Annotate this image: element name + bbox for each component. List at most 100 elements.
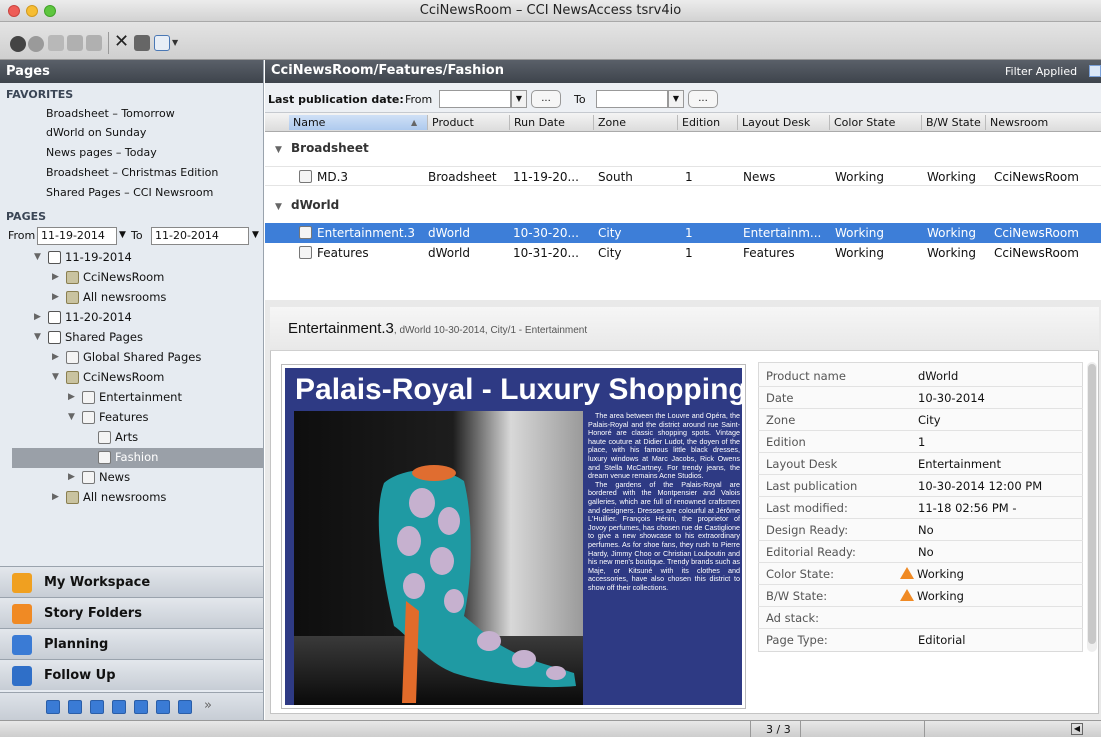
disclosure-down-icon[interactable]: ▼ xyxy=(34,332,44,342)
tree-item-entertainment[interactable]: ▶ Entertainment xyxy=(68,390,182,404)
section-icon xyxy=(98,450,111,464)
favorite-item[interactable]: Broadsheet – Christmas Edition xyxy=(46,166,218,179)
filter-from-label: From xyxy=(405,93,433,106)
chevron-down-icon[interactable]: ▼ xyxy=(119,230,126,240)
toolbar: ✕ ▼ xyxy=(0,22,1101,60)
column-newsroom[interactable]: Newsroom xyxy=(985,115,1101,130)
back-icon[interactable] xyxy=(10,36,26,52)
column-color-state[interactable]: Color State xyxy=(829,115,921,130)
group-header[interactable]: ▼ Broadsheet xyxy=(265,136,1101,161)
to-date-picker-button[interactable]: ... xyxy=(688,90,718,108)
from-date-input[interactable]: 11-19-2014 xyxy=(37,227,117,245)
filter-bar: Last publication date: From ▼ ... To ▼ .… xyxy=(265,83,1101,113)
more-chevron-icon[interactable]: » xyxy=(204,698,212,713)
clipboard-icon[interactable] xyxy=(46,700,60,714)
column-edition[interactable]: Edition xyxy=(677,115,737,130)
disclosure-right-icon[interactable]: ▶ xyxy=(68,472,78,482)
tree-item-fashion[interactable]: Fashion xyxy=(98,450,158,464)
export-icon[interactable] xyxy=(67,35,83,51)
tree-item-all-newsrooms[interactable]: ▶ All newsrooms xyxy=(52,490,166,504)
filter-icon[interactable] xyxy=(1089,65,1101,77)
minimize-window-button[interactable] xyxy=(26,5,38,17)
globe-icon[interactable] xyxy=(134,700,148,714)
to-date-input[interactable]: 11-20-2014 xyxy=(151,227,249,245)
disclosure-right-icon[interactable]: ▶ xyxy=(34,312,44,322)
disclosure-down-icon[interactable]: ▼ xyxy=(68,412,78,422)
nav-my-workspace[interactable]: My Workspace xyxy=(0,566,263,597)
property-row: Layout Desk Entertainment xyxy=(758,453,1083,475)
tree-item-date[interactable]: ▼ 11-19-2014 xyxy=(34,250,132,264)
disclosure-right-icon[interactable]: ▶ xyxy=(68,392,78,402)
delete-icon[interactable]: ✕ xyxy=(114,33,130,51)
module-icon-bar: » xyxy=(0,692,263,720)
disclosure-right-icon[interactable]: ▶ xyxy=(52,272,62,282)
sidebar: Pages FAVORITES Broadsheet – Tomorrow dW… xyxy=(0,60,264,720)
disclosure-right-icon[interactable]: ▶ xyxy=(52,492,62,502)
pages-icon[interactable] xyxy=(68,700,82,714)
nav-follow-up[interactable]: Follow Up xyxy=(0,659,263,690)
sidebar-header: Pages xyxy=(0,60,263,83)
favorite-item[interactable]: Broadsheet – Tomorrow xyxy=(46,107,175,120)
disclosure-down-icon[interactable]: ▼ xyxy=(34,252,44,262)
favorite-item[interactable]: dWorld on Sunday xyxy=(46,126,146,139)
tree-item-global-shared[interactable]: ▶ Global Shared Pages xyxy=(52,350,201,364)
help-icon[interactable] xyxy=(178,700,192,714)
nav-story-folders[interactable]: Story Folders xyxy=(0,597,263,628)
to-label: To xyxy=(131,229,143,242)
tree-item-newsroom[interactable]: ▶ CciNewsRoom xyxy=(52,270,164,284)
disclosure-down-icon[interactable]: ▼ xyxy=(275,195,285,220)
scrollbar-thumb[interactable] xyxy=(1088,364,1096,644)
column-zone[interactable]: Zone xyxy=(593,115,677,130)
table-row[interactable]: Entertainment.3 dWorld 10-30-20... City … xyxy=(265,223,1101,243)
close-window-button[interactable] xyxy=(8,5,20,17)
print-icon[interactable] xyxy=(134,35,150,51)
tree-item-arts[interactable]: Arts xyxy=(98,430,138,444)
stats-icon[interactable] xyxy=(156,700,170,714)
column-run-date[interactable]: Run Date xyxy=(509,115,593,130)
table-row[interactable]: MD.3 Broadsheet 11-19-20... South 1 News… xyxy=(265,166,1101,186)
tree-item-features[interactable]: ▼ Features xyxy=(68,410,148,424)
tree-item-all-newsrooms[interactable]: ▶ All newsrooms xyxy=(52,290,166,304)
send-icon[interactable] xyxy=(86,35,102,51)
newsroom-folder-icon xyxy=(66,490,79,504)
property-row: Design Ready: No xyxy=(758,519,1083,541)
column-product[interactable]: Product xyxy=(427,115,509,130)
chevron-down-icon[interactable]: ▼ xyxy=(511,90,527,108)
disclosure-right-icon[interactable]: ▶ xyxy=(52,292,62,302)
column-bw-state[interactable]: B/W State xyxy=(921,115,985,130)
section-icon xyxy=(98,430,111,444)
view-options-icon[interactable] xyxy=(154,35,170,51)
tree-item-news[interactable]: ▶ News xyxy=(68,470,130,484)
chevron-down-icon[interactable]: ▼ xyxy=(252,230,259,240)
from-date-picker-button[interactable]: ... xyxy=(531,90,561,108)
tree-item-newsroom[interactable]: ▼ CciNewsRoom xyxy=(52,370,164,384)
nav-planning[interactable]: Planning xyxy=(0,628,263,659)
column-name[interactable]: Name ▲ xyxy=(289,115,427,130)
chevron-down-icon[interactable]: ▼ xyxy=(172,38,178,47)
chevron-down-icon[interactable]: ▼ xyxy=(668,90,684,108)
filter-from-input[interactable] xyxy=(439,90,511,108)
tree-item-date[interactable]: ▶ 11-20-2014 xyxy=(34,310,132,324)
favorite-item[interactable]: News pages – Today xyxy=(46,146,157,159)
text-icon[interactable] xyxy=(90,700,104,714)
tree-item-shared-pages[interactable]: ▼ Shared Pages xyxy=(34,330,143,344)
save-icon[interactable] xyxy=(48,35,64,51)
status-divider xyxy=(924,721,925,737)
zoom-window-button[interactable] xyxy=(44,5,56,17)
column-header: Name ▲ Product Run Date Zone Edition Layo… xyxy=(265,113,1101,132)
people-icon[interactable] xyxy=(112,700,126,714)
column-layout-desk[interactable]: Layout Desk xyxy=(737,115,829,130)
collapse-panel-icon[interactable]: ◀ xyxy=(1071,723,1083,735)
group-header[interactable]: ▼ dWorld xyxy=(265,193,1101,218)
warning-icon xyxy=(900,589,914,601)
disclosure-down-icon[interactable]: ▼ xyxy=(275,138,285,163)
flag-icon xyxy=(12,666,32,686)
table-row[interactable]: Features dWorld 10-31-20... City 1 Featu… xyxy=(265,243,1101,263)
favorite-item[interactable]: Shared Pages – CCI Newsroom xyxy=(46,186,213,199)
disclosure-right-icon[interactable]: ▶ xyxy=(52,352,62,362)
status-bar: 3 / 3 ◀ xyxy=(0,720,1101,737)
disclosure-down-icon[interactable]: ▼ xyxy=(52,372,62,382)
filter-status: Filter Applied xyxy=(1005,65,1078,78)
forward-icon[interactable] xyxy=(28,36,44,52)
filter-to-input[interactable] xyxy=(596,90,668,108)
